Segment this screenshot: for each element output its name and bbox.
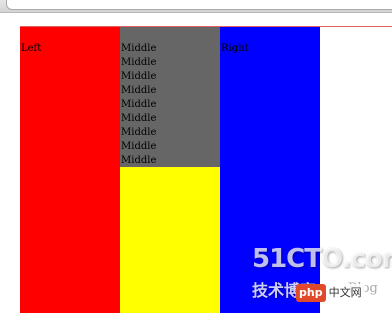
- left-column-label: Left: [21, 43, 42, 54]
- php-logo: php: [296, 284, 326, 302]
- php-badge-text: 中文网: [325, 284, 365, 302]
- middle-column-label: Middle Middle Middle Middle Middle Middl…: [121, 43, 157, 166]
- address-bar[interactable]: [6, 0, 392, 10]
- middle-column: Middle Middle Middle Middle Middle Middl…: [120, 27, 220, 313]
- middle-column-bottom: [120, 167, 220, 313]
- left-column: Left: [20, 27, 120, 313]
- php-badge: php 中文网: [296, 284, 365, 302]
- middle-column-top: Middle Middle Middle Middle Middle Middl…: [120, 27, 220, 167]
- right-column-label: Right: [221, 43, 249, 54]
- browser-toolbar: [0, 0, 392, 13]
- right-column: Right: [220, 27, 320, 313]
